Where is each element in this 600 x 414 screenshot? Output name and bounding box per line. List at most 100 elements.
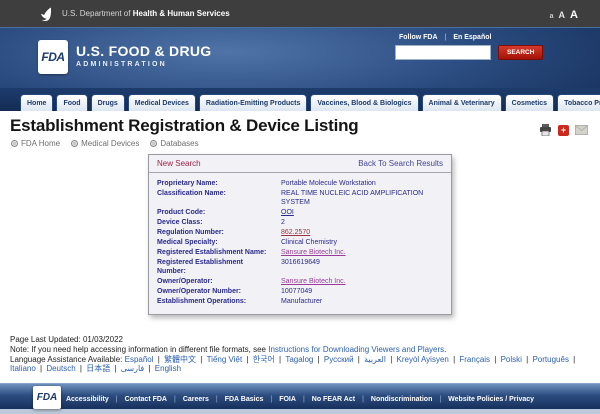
printer-icon[interactable] — [539, 124, 552, 136]
breadcrumb-label: FDA Home — [21, 139, 60, 148]
new-search-link[interactable]: New Search — [157, 159, 201, 168]
language-link-14[interactable]: فارسی — [121, 364, 145, 373]
language-link-0[interactable]: Español — [125, 355, 154, 364]
header-divider: | — [445, 34, 447, 41]
footer-link-website-policies-privacy[interactable]: Website Policies / Privacy — [448, 396, 534, 403]
nav-tab-vaccines-blood-biologics[interactable]: Vaccines, Blood & Biologics — [310, 94, 418, 111]
table-row-medical-specialty: Medical Specialty:Clinical Chemistry — [157, 238, 443, 247]
language-link-13[interactable]: 日本語 — [86, 364, 110, 373]
text-size-control-1[interactable]: A — [559, 10, 566, 20]
footer-link-separator: | — [174, 396, 176, 403]
breadcrumb-item-fda-home[interactable]: FDA Home — [11, 139, 60, 148]
bottom-strip — [0, 409, 600, 414]
nav-tab-home[interactable]: Home — [20, 94, 53, 111]
language-separator: | — [38, 364, 45, 373]
footer-link-separator: | — [303, 396, 305, 403]
follow-fda-link[interactable]: Follow FDA — [399, 34, 438, 41]
field-value: REAL TIME NUCLEIC ACID AMPLIFICATION SYS… — [281, 189, 443, 207]
field-label: Registered Establishment Number: — [157, 258, 281, 276]
language-link-9[interactable]: Polski — [501, 355, 522, 364]
language-separator: | — [277, 355, 284, 364]
language-link-5[interactable]: Русский — [324, 355, 354, 364]
breadcrumb-item-medical-devices[interactable]: Medical Devices — [71, 139, 139, 148]
field-label: Registered Establishment Name: — [157, 248, 281, 257]
nav-tab-food[interactable]: Food — [56, 94, 87, 111]
field-label: Owner/Operator Number: — [157, 287, 281, 296]
nav-tab-medical-devices[interactable]: Medical Devices — [128, 94, 196, 111]
table-row-registered-establishment-name: Registered Establishment Name:Sansure Bi… — [157, 248, 443, 257]
footer-fda-logo[interactable]: FDA — [33, 386, 61, 409]
language-separator: | — [112, 364, 119, 373]
field-label: Classification Name: — [157, 189, 281, 207]
nav-tab-cosmetics[interactable]: Cosmetics — [505, 94, 554, 111]
nav-tabs: HomeFoodDrugsMedical DevicesRadiation-Em… — [0, 88, 600, 111]
footer-link-foia[interactable]: FOIA — [279, 396, 296, 403]
language-link-10[interactable]: Português — [532, 355, 568, 364]
language-link-7[interactable]: Kreyòl Ayisyen — [397, 355, 449, 364]
breadcrumb-bullet-icon — [11, 140, 18, 147]
en-espanol-link[interactable]: En Español — [453, 34, 491, 41]
email-icon[interactable] — [575, 125, 588, 135]
field-value-link-sansure-biotech-inc[interactable]: Sansure Biotech Inc. — [281, 278, 346, 285]
footer-link-fda-basics[interactable]: FDA Basics — [225, 396, 264, 403]
footer-link-careers[interactable]: Careers — [183, 396, 209, 403]
footer-link-no-fear-act[interactable]: No FEAR Act — [312, 396, 355, 403]
footer-link-nondiscrimination[interactable]: Nondiscrimination — [371, 396, 432, 403]
text-size-control-0[interactable]: a — [550, 13, 554, 20]
language-link-1[interactable]: 繁體中文 — [164, 355, 196, 364]
language-link-2[interactable]: Tiếng Việt — [207, 355, 243, 364]
breadcrumb-bullet-icon — [71, 140, 78, 147]
search-input[interactable] — [395, 45, 491, 60]
nav-tab-drugs[interactable]: Drugs — [91, 94, 125, 111]
language-separator: | — [78, 364, 85, 373]
field-value: Portable Molecule Workstation — [281, 179, 443, 188]
breadcrumb-bullet-icon — [150, 140, 157, 147]
language-separator: | — [146, 364, 153, 373]
table-row-product-code: Product Code:OOI — [157, 208, 443, 217]
language-link-6[interactable]: العربية — [364, 355, 386, 364]
field-label: Medical Specialty: — [157, 238, 281, 247]
field-value: OOI — [281, 208, 443, 217]
search-button[interactable]: SEARCH — [498, 45, 543, 60]
field-value: Clinical Chemistry — [281, 238, 443, 247]
share-icon[interactable]: + — [558, 125, 569, 136]
text-size-controls: aAA — [545, 5, 578, 23]
field-label: Regulation Number: — [157, 228, 281, 237]
field-value: 862.2570 — [281, 228, 443, 237]
field-value: 10077049 — [281, 287, 443, 296]
fda-logo[interactable]: FDA — [38, 40, 68, 74]
language-separator: | — [244, 355, 251, 364]
fda-brand-text: U.S. FOOD & DRUG ADMINISTRATION — [76, 43, 211, 68]
language-link-3[interactable]: 한국어 — [253, 355, 275, 364]
hhs-department-label: U.S. Department of Health & Human Servic… — [62, 9, 230, 18]
table-row-classification-name: Classification Name:REAL TIME NUCLEIC AC… — [157, 189, 443, 207]
viewers-players-link[interactable]: Instructions for Downloading Viewers and… — [268, 345, 444, 354]
nav-tab-radiation-emitting-products[interactable]: Radiation-Emitting Products — [199, 94, 308, 111]
field-label: Proprietary Name: — [157, 179, 281, 188]
nav-tab-tobacco-products[interactable]: Tobacco Products — [557, 94, 600, 111]
field-value-link-862-2570[interactable]: 862.2570 — [281, 229, 310, 236]
page-title: Establishment Registration & Device List… — [10, 116, 600, 136]
back-to-search-results-link[interactable]: Back To Search Results — [358, 159, 443, 168]
breadcrumb-item-databases[interactable]: Databases — [150, 139, 198, 148]
language-link-4[interactable]: Tagalog — [285, 355, 313, 364]
field-value-link-sansure-biotech-inc[interactable]: Sansure Biotech Inc. — [281, 249, 346, 256]
footer-link-contact-fda[interactable]: Contact FDA — [125, 396, 167, 403]
language-link-11[interactable]: Italiano — [10, 364, 36, 373]
footer-link-accessibility[interactable]: Accessibility — [66, 396, 109, 403]
footer-links: Accessibility | Contact FDA | Careers | FDA Ba… — [59, 388, 541, 406]
site-footer: FDA Accessibility | Contact FDA | Careers | FD… — [0, 383, 600, 409]
nav-tab-animal-veterinary[interactable]: Animal & Veterinary — [422, 94, 502, 111]
language-link-8[interactable]: Français — [459, 355, 490, 364]
field-value: Manufacturer — [281, 297, 443, 306]
table-row-proprietary-name: Proprietary Name:Portable Molecule Works… — [157, 179, 443, 188]
table-row-owner-operator-number: Owner/Operator Number:10077049 — [157, 287, 443, 296]
field-label: Product Code: — [157, 208, 281, 217]
text-size-control-2[interactable]: A — [570, 9, 578, 21]
footer-link-separator: | — [216, 396, 218, 403]
last-updated-text: Page Last Updated: 01/03/2022 — [10, 335, 592, 345]
field-value-link-ooi[interactable]: OOI — [281, 209, 294, 216]
language-link-15[interactable]: English — [155, 364, 181, 373]
language-link-12[interactable]: Deutsch — [46, 364, 75, 373]
main-content: Establishment Registration & Device List… — [0, 116, 600, 383]
